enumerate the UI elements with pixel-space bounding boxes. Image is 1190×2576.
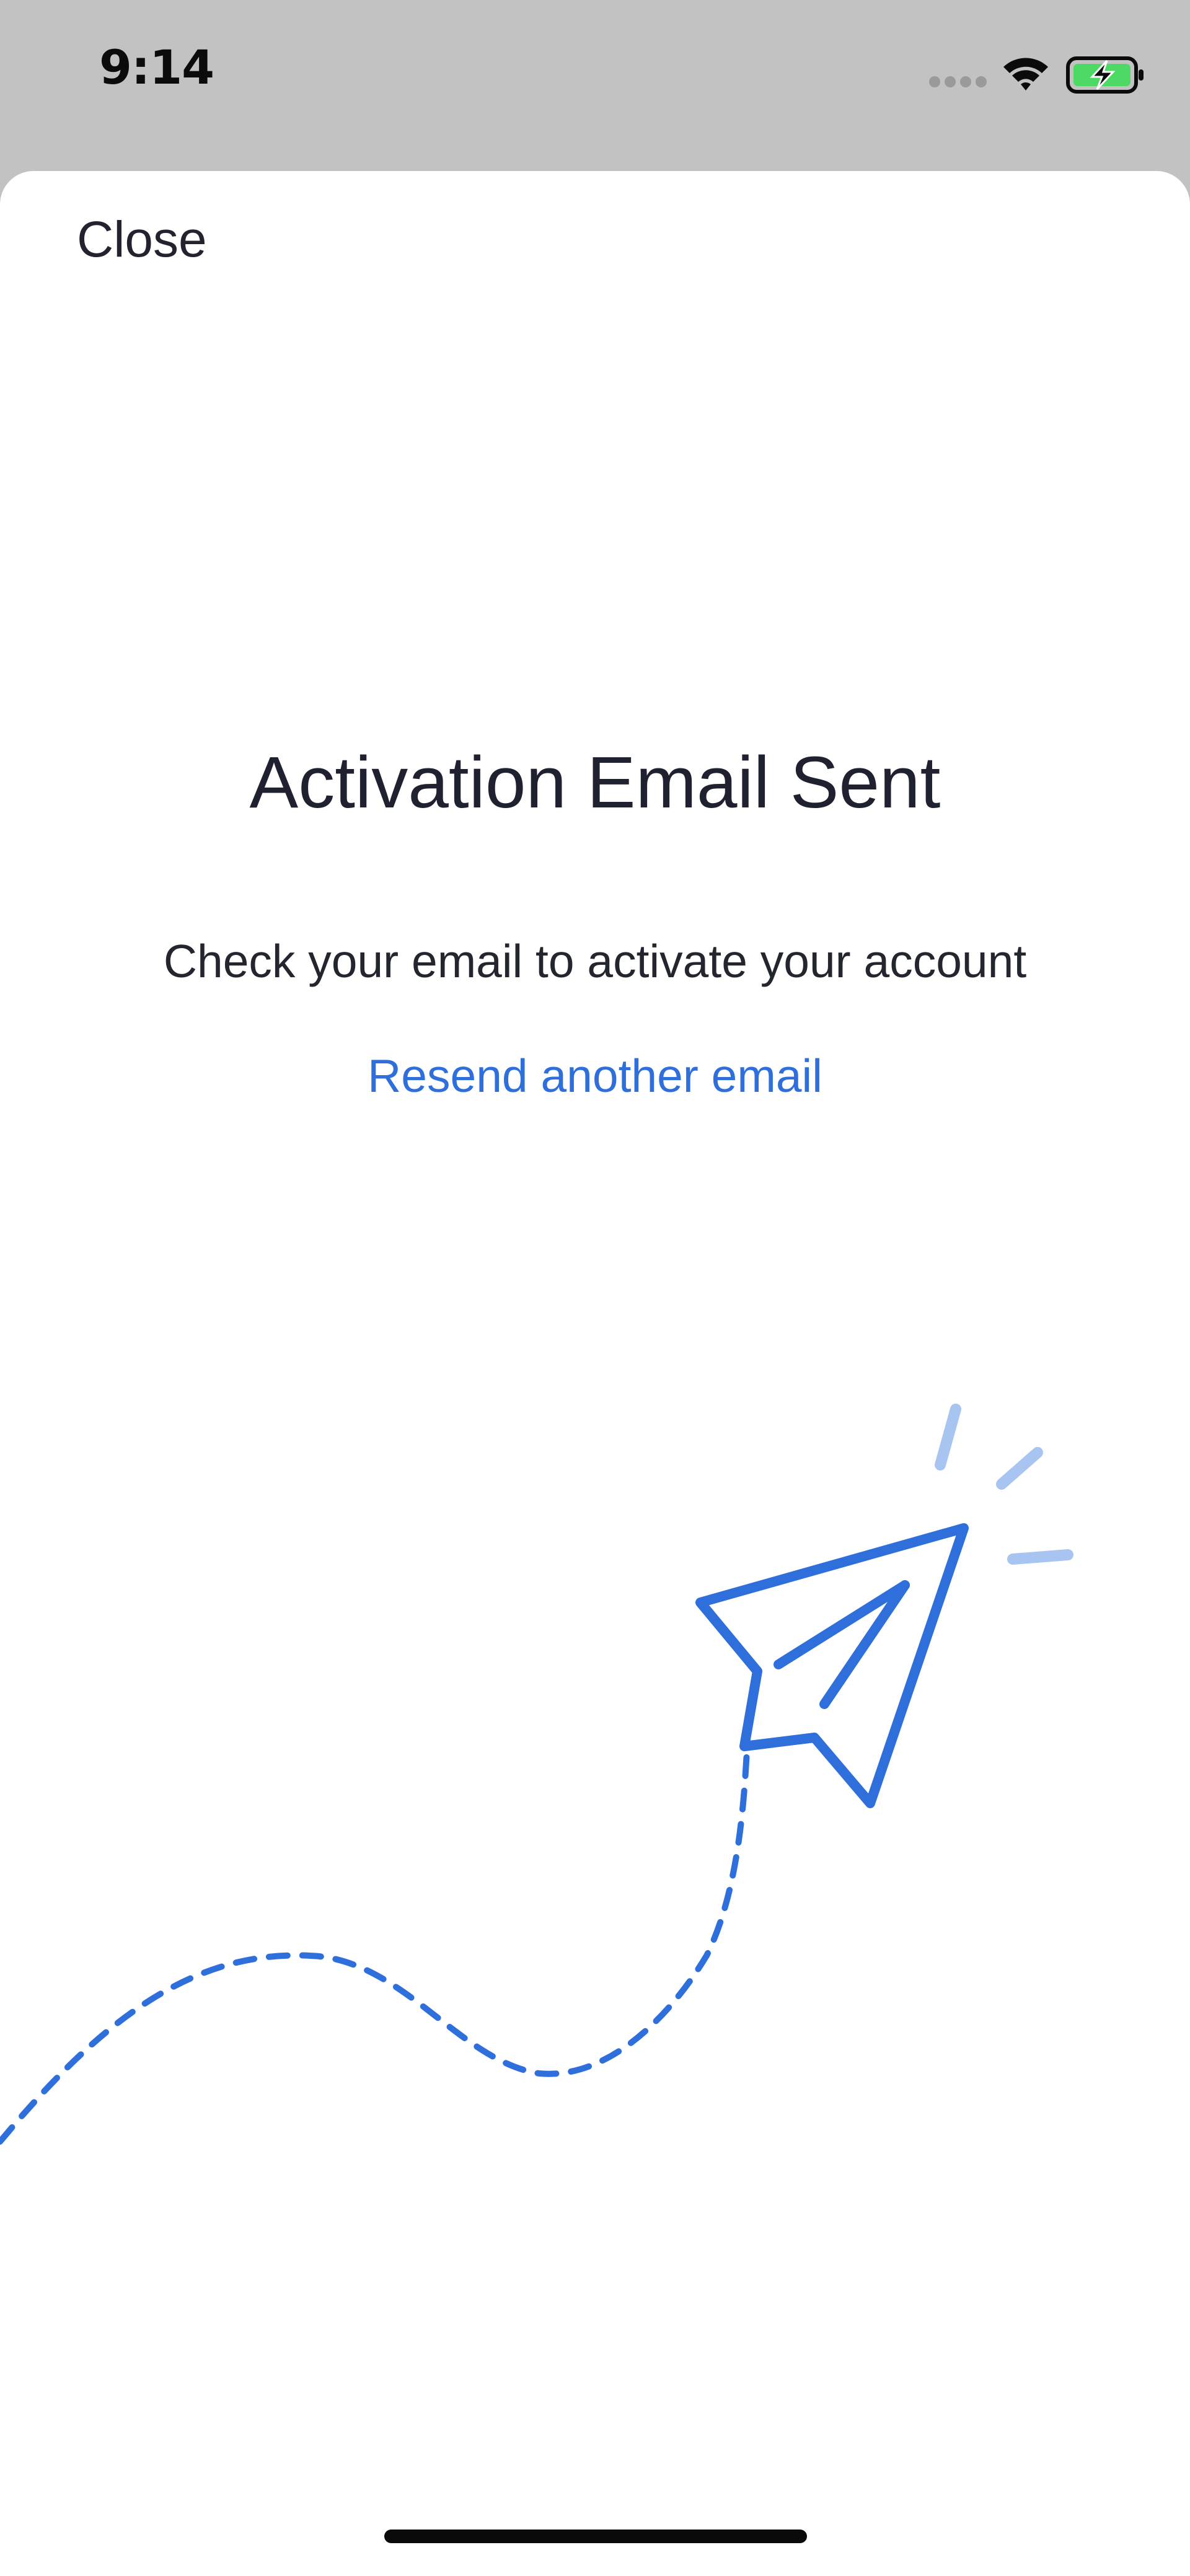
paper-plane-icon	[0, 1404, 1073, 2145]
status-icons	[923, 50, 1147, 99]
battery-charging-icon	[1066, 56, 1144, 94]
motion-lines	[935, 1404, 1073, 1565]
resend-email-link-row: Resend another email	[0, 1053, 1190, 1099]
status-bar: 9:14	[0, 0, 1190, 171]
close-button[interactable]: Close	[77, 214, 207, 265]
wifi-icon	[1003, 58, 1048, 90]
page-title: Activation Email Sent	[249, 742, 941, 824]
modal-sheet: Close Activation Email Sent Check your e…	[0, 171, 1190, 2576]
resend-email-link[interactable]: Resend another email	[368, 1050, 822, 1102]
home-indicator[interactable]	[384, 2530, 807, 2543]
paper-plane	[695, 1523, 969, 1808]
flight-path-dashed	[0, 1748, 750, 2145]
signal-dots-icon	[929, 76, 987, 87]
status-time: 9:14	[99, 40, 214, 95]
instruction-text: Check your email to activate your accoun…	[163, 935, 1027, 987]
